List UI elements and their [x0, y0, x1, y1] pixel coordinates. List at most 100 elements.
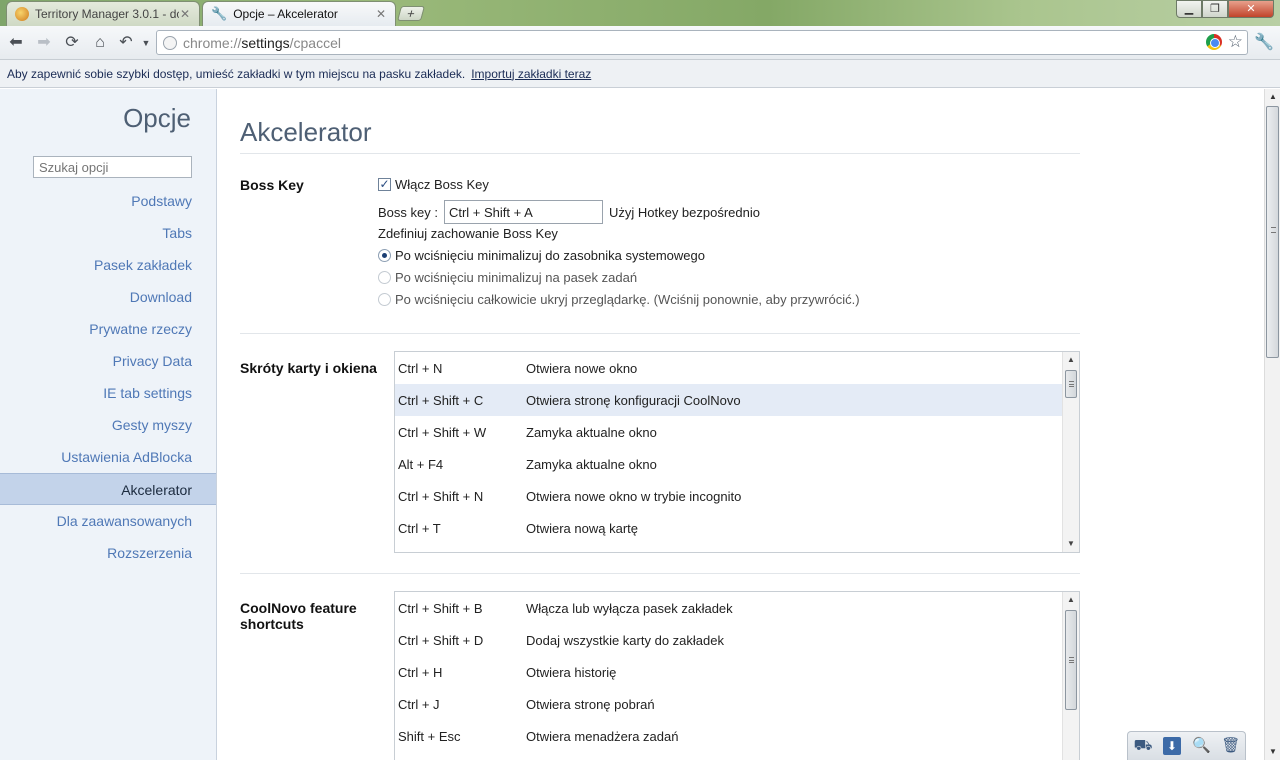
shortcut-description: Zamyka aktualne okno	[526, 424, 657, 440]
boss-key-row: Boss key : Użyj Hotkey bezpośrednio	[378, 200, 760, 224]
shortcut-description: Otwiera nową kartę	[526, 520, 638, 536]
minimize-button[interactable]: ▁	[1176, 0, 1202, 18]
behavior-option-tray[interactable]: Po wciśnięciu minimalizuj do zasobnika s…	[378, 248, 705, 263]
shortcut-description: Otwiera menadżera zadań	[526, 728, 679, 744]
maximize-button[interactable]: ❐	[1202, 0, 1228, 18]
list-item[interactable]: Ctrl + N Otwiera nowe okno	[395, 352, 1062, 384]
tab-close-icon[interactable]: ✕	[179, 7, 191, 21]
scrollbar-thumb[interactable]	[1065, 610, 1077, 710]
undo-icon[interactable]: ↶	[116, 33, 136, 53]
back-arrow-icon[interactable]: ⬅	[6, 33, 26, 53]
settings-content: Akcelerator Boss Key ✓ Włącz Boss Key Bo…	[218, 89, 1264, 760]
list-scrollbar[interactable]: ▲ ▼	[1062, 352, 1079, 552]
floating-toolbar: ⛟ ⬇ 🔍 🗑	[1127, 731, 1246, 760]
tab-strip: Territory Manager 3.0.1 - dc ✕ 🔧 Opcje –…	[0, 0, 1280, 26]
navigation-toolbar: ⬅ ➡ ⟳ ⌂ ↶ ▼ chrome:// settings /cpaccel …	[0, 26, 1280, 60]
sidebar-item-privacy-data[interactable]: Privacy Data	[0, 345, 216, 377]
shortcut-description: Otwiera stronę konfiguracji CoolNovo	[526, 392, 741, 408]
shortcut-description: Dodaj wszystkie karty do zakładek	[526, 632, 724, 648]
home-icon[interactable]: ⌂	[90, 33, 110, 53]
radio-button-checked[interactable]	[378, 249, 391, 262]
sidebar-item-pasek-zakladek[interactable]: Pasek zakładek	[0, 249, 216, 281]
list-scrollbar[interactable]: ▲	[1062, 592, 1079, 760]
sidebar-item-zaawansowane[interactable]: Dla zaawansowanych	[0, 505, 216, 537]
boss-key-label: Boss key :	[378, 204, 438, 220]
scroll-up-arrow-icon[interactable]: ▲	[1265, 89, 1280, 105]
sidebar-item-akcelerator[interactable]: Akcelerator	[0, 473, 216, 505]
shortcut-description: Otwiera nowe okno w trybie incognito	[526, 488, 742, 504]
grip-icon	[1271, 227, 1276, 233]
scroll-down-arrow-icon[interactable]: ▼	[1063, 536, 1079, 552]
enable-boss-key-row[interactable]: ✓ Włącz Boss Key	[378, 177, 489, 192]
shortcut-key: Ctrl + T	[398, 520, 441, 536]
scroll-up-arrow-icon[interactable]: ▲	[1063, 592, 1079, 608]
shortcut-key: Ctrl + N	[398, 360, 443, 376]
feature-shortcuts-list: Ctrl + Shift + B Włącza lub wyłącza pasek…	[394, 591, 1080, 760]
bookmarks-bar: Aby zapewnić sobie szybki dostęp, umieść…	[0, 60, 1280, 88]
page-title: Akcelerator	[240, 117, 372, 147]
divider	[240, 573, 1080, 574]
enable-boss-key-checkbox[interactable]: ✓	[378, 178, 391, 191]
scrollbar-thumb[interactable]	[1065, 370, 1077, 398]
radio-button[interactable]	[378, 271, 391, 284]
sidebar-item-adblock[interactable]: Ustawienia AdBlocka	[0, 441, 216, 473]
chevron-down-icon[interactable]: ▼	[136, 33, 156, 53]
forward-arrow-icon[interactable]: ➡	[34, 33, 54, 53]
address-bar[interactable]: chrome:// settings /cpaccel ☆	[156, 30, 1248, 55]
sidebar-item-download[interactable]: Download	[0, 281, 216, 313]
sidebar-item-gesty-myszy[interactable]: Gesty myszy	[0, 409, 216, 441]
sidebar-item-ie-tab-settings[interactable]: IE tab settings	[0, 377, 216, 409]
shortcut-key: Ctrl + Shift + N	[398, 488, 484, 504]
behavior-option-hide[interactable]: Po wciśnięciu całkowicie ukryj przegląda…	[378, 292, 860, 307]
page-scrollbar[interactable]: ▲ ▼	[1264, 89, 1280, 760]
scroll-down-arrow-icon[interactable]: ▼	[1265, 744, 1280, 760]
shortcut-description: Otwiera historię	[526, 664, 617, 680]
sidebar-item-prywatne-rzeczy[interactable]: Prywatne rzeczy	[0, 313, 216, 345]
behavior-option-label: Po wciśnięciu minimalizuj do zasobnika s…	[395, 248, 705, 263]
sidebar-item-podstawy[interactable]: Podstawy	[0, 185, 216, 217]
sidebar-title: Opcje	[123, 103, 191, 133]
list-item[interactable]: Alt + F4 Zamyka aktualne okno	[395, 448, 1062, 480]
import-bookmarks-link[interactable]: Importuj zakładki teraz	[471, 67, 591, 81]
sidebar-item-tabs[interactable]: Tabs	[0, 217, 216, 249]
tab-opcje-akcelerator[interactable]: 🔧 Opcje – Akcelerator ✕	[202, 1, 396, 26]
behavior-option-taskbar[interactable]: Po wciśnięciu minimalizuj na pasek zadań	[378, 270, 637, 285]
toolbox-icon[interactable]: ⛟	[1134, 737, 1153, 755]
close-window-button[interactable]: ✕	[1228, 0, 1274, 18]
list-item[interactable]: Ctrl + Shift + N Otwiera nowe okno w tryb…	[395, 480, 1062, 512]
chrome-icon[interactable]	[1205, 34, 1222, 50]
download-icon[interactable]: ⬇	[1162, 737, 1181, 755]
list-item[interactable]: Ctrl + Shift + W Zamyka aktualne okno	[395, 416, 1062, 448]
search-icon[interactable]: 🔍	[1192, 737, 1211, 755]
new-tab-button[interactable]: +	[396, 6, 426, 21]
list-item[interactable]: Ctrl + J Otwiera stronę pobrań	[395, 688, 1062, 720]
bookmarks-bar-message: Aby zapewnić sobie szybki dostęp, umieść…	[7, 66, 466, 81]
tab-close-icon[interactable]: ✕	[375, 7, 387, 21]
shortcut-description: Otwiera stronę pobrań	[526, 696, 655, 712]
sidebar-item-rozszerzenia[interactable]: Rozszerzenia	[0, 537, 216, 569]
trash-icon[interactable]: 🗑	[1221, 737, 1240, 755]
tab-title: Opcje – Akcelerator	[233, 7, 338, 21]
list-item[interactable]: Ctrl + Shift + C Otwiera stronę konfigura…	[395, 384, 1062, 416]
tab-territory-manager[interactable]: Territory Manager 3.0.1 - dc ✕	[6, 1, 200, 26]
url-scheme: chrome://	[183, 34, 242, 51]
wrench-icon[interactable]: 🔧	[1254, 33, 1274, 53]
scrollbar-thumb[interactable]	[1266, 106, 1279, 358]
star-icon[interactable]: ☆	[1228, 33, 1243, 50]
divider	[240, 333, 1080, 334]
list-item[interactable]: Ctrl + Shift + B Włącza lub wyłącza pasek…	[395, 592, 1062, 624]
list-item[interactable]: Ctrl + Shift + D Dodaj wszystkie karty do…	[395, 624, 1062, 656]
wrench-favicon-icon: 🔧	[211, 6, 228, 21]
boss-key-input[interactable]	[443, 200, 603, 224]
url-host: settings	[241, 34, 290, 51]
list-item[interactable]: Ctrl + H Otwiera historię	[395, 656, 1062, 688]
grip-icon	[1069, 657, 1074, 663]
divider	[240, 153, 1080, 154]
shortcut-key: Ctrl + Shift + C	[398, 392, 484, 408]
radio-button[interactable]	[378, 293, 391, 306]
list-item[interactable]: Shift + Esc Otwiera menadżera zadań	[395, 720, 1062, 752]
list-item[interactable]: Ctrl + T Otwiera nową kartę	[395, 512, 1062, 544]
scroll-up-arrow-icon[interactable]: ▲	[1063, 352, 1079, 368]
reload-icon[interactable]: ⟳	[62, 33, 82, 53]
search-options-input[interactable]	[33, 156, 192, 178]
